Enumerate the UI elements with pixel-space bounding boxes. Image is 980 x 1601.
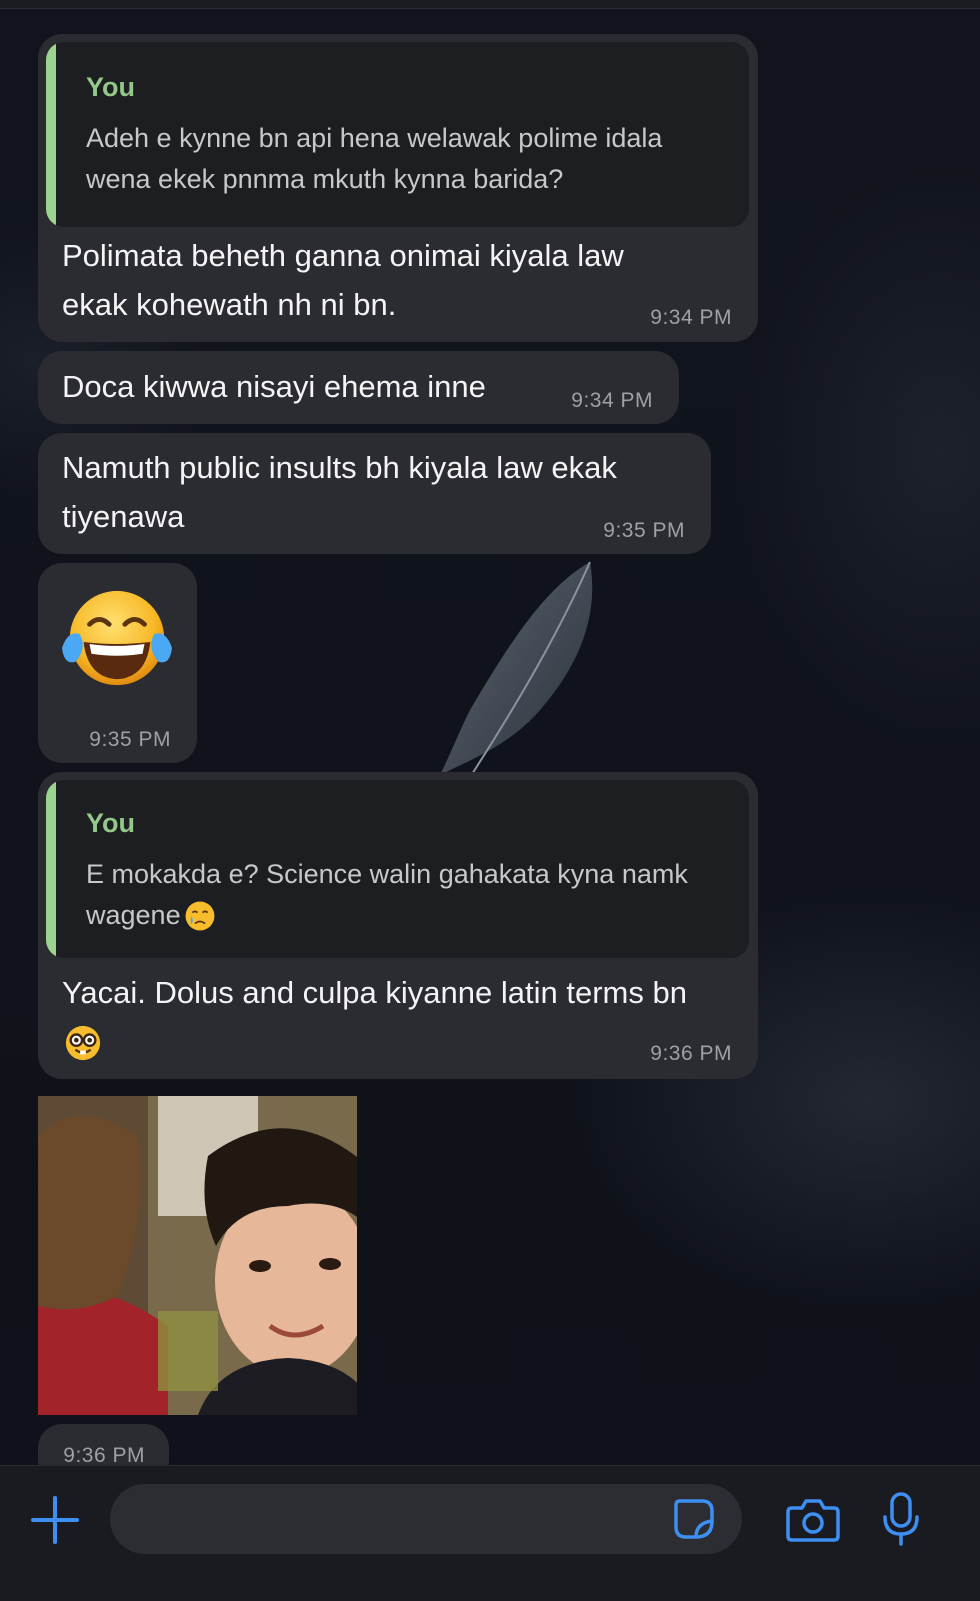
message-text: Namuth public insults bh kiyala law ekak… xyxy=(62,450,617,534)
message-time: 9:34 PM xyxy=(571,389,653,412)
message-bubble[interactable]: You Adeh e kynne bn api hena welawak pol… xyxy=(38,34,758,342)
feather-wallpaper-graphic xyxy=(440,561,593,786)
message-text: Doca kiwwa nisayi ehema inne xyxy=(62,369,486,404)
quote-accent-bar xyxy=(46,780,56,958)
sticker-icon[interactable] xyxy=(672,1497,716,1541)
message-time: 9:35 PM xyxy=(603,519,685,542)
message-bubble[interactable]: Namuth public insults bh kiyala law ekak… xyxy=(38,433,711,554)
message-text: Yacai. Dolus and culpa kiyanne latin ter… xyxy=(62,975,687,1010)
quote-text: E mokakda e? Science walin gahakata kyna… xyxy=(86,854,688,936)
message-bubble[interactable]: You E mokakda e? Science walin gahakata … xyxy=(38,772,758,1079)
photo-message[interactable] xyxy=(38,1096,357,1415)
quote-author: You xyxy=(86,808,135,838)
message-time: 9:36 PM xyxy=(650,1042,732,1065)
child-photo-image xyxy=(38,1096,357,1415)
camera-icon[interactable] xyxy=(786,1496,840,1542)
crying-face-icon xyxy=(185,901,215,930)
quote-author: You xyxy=(86,72,135,102)
message-time: 9:35 PM xyxy=(89,728,171,751)
message-bubble[interactable]: 9:35 PM xyxy=(38,563,197,763)
message-bubble[interactable]: Doca kiwwa nisayi ehema inne 9:34 PM xyxy=(38,351,679,424)
nerd-face-icon xyxy=(65,1025,101,1061)
composer-bar xyxy=(0,1465,980,1601)
microphone-icon[interactable] xyxy=(881,1491,921,1547)
quoted-reply[interactable]: You Adeh e kynne bn api hena welawak pol… xyxy=(46,42,749,227)
quoted-reply[interactable]: You E mokakda e? Science walin gahakata … xyxy=(46,780,749,958)
top-divider xyxy=(0,0,980,9)
message-input[interactable] xyxy=(110,1484,742,1554)
message-text: Polimata beheth ganna onimai kiyala law … xyxy=(62,238,624,322)
quote-accent-bar xyxy=(46,42,56,227)
face-with-tears-of-joy-icon xyxy=(62,590,172,686)
plus-icon[interactable] xyxy=(30,1495,80,1545)
quote-text: Adeh e kynne bn api hena welawak polime … xyxy=(86,123,663,194)
message-time: 9:34 PM xyxy=(650,306,732,329)
